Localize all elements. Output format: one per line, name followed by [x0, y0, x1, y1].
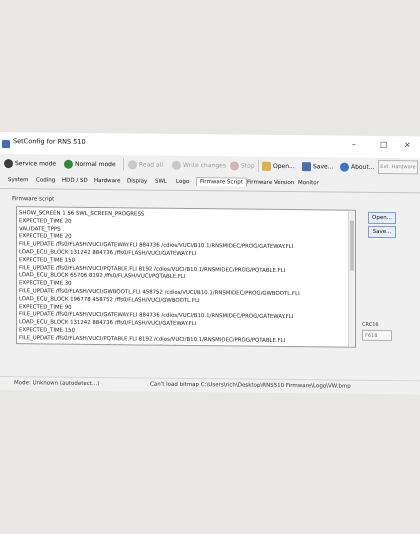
status-mode: Mode: Unknown (autodetect...): [14, 380, 100, 388]
toolbar-divider: [258, 159, 259, 172]
script-save-button[interactable]: Save...: [368, 225, 396, 239]
service-mode-icon: [4, 159, 13, 169]
normal-mode-button[interactable]: Normal mode: [64, 158, 116, 172]
status-message: Can't load bitmap C:\Users\rich\Desktop\…: [150, 381, 351, 390]
tab-swl[interactable]: SWL: [155, 179, 167, 185]
about-button[interactable]: About...: [340, 161, 374, 174]
ext-hardware-button[interactable]: Ext. Hardware: [378, 159, 418, 175]
floppy-icon: [302, 162, 311, 172]
crc-field: F618: [362, 329, 392, 342]
app-window: SetConfig for RNS 510 – □ × Service mode…: [0, 132, 420, 395]
app-icon: [2, 140, 10, 149]
folder-icon: [262, 161, 271, 171]
write-changes-label: Write changes: [183, 161, 226, 170]
tab-monitor[interactable]: Monitor: [298, 180, 319, 186]
tab-hardware[interactable]: Hardware: [94, 178, 121, 184]
stop-icon: [230, 161, 239, 171]
write-changes-button[interactable]: Write changes: [172, 159, 226, 173]
open-button[interactable]: Open...: [262, 160, 295, 173]
read-icon: [128, 160, 137, 170]
read-all-label: Read all: [139, 161, 163, 169]
stop-button[interactable]: Stop: [230, 159, 255, 172]
open-label: Open...: [273, 162, 295, 171]
stop-label: Stop: [241, 162, 255, 170]
service-mode-button[interactable]: Service mode: [4, 157, 56, 171]
script-lines: SHOW_SCREEN 1 56 SWL_SCREEN_PROGRESS EXPE…: [19, 210, 300, 348]
ext-hardware-label: Ext. Hardware: [380, 163, 416, 171]
about-label: About...: [351, 163, 375, 171]
tab-firmware-version[interactable]: Firmware Version: [247, 180, 294, 186]
save-label: Save...: [313, 163, 334, 171]
crc-label: CRC16: [362, 321, 379, 328]
vertical-scrollbar[interactable]: [348, 210, 355, 347]
tab-coding[interactable]: Coding: [36, 177, 55, 183]
script-open-button[interactable]: Open...: [368, 211, 396, 225]
info-icon: [340, 162, 349, 172]
save-button[interactable]: Save...: [302, 160, 333, 173]
maximize-icon[interactable]: □: [380, 140, 388, 149]
service-mode-label: Service mode: [15, 160, 57, 168]
read-all-button[interactable]: Read all: [128, 158, 163, 171]
window-title: SetConfig for RNS 510: [13, 137, 86, 146]
status-bar: Mode: Unknown (autodetect...) Can't load…: [0, 376, 420, 395]
crc-value: F618: [365, 332, 378, 339]
normal-mode-icon: [64, 159, 73, 169]
tab-system[interactable]: System: [8, 177, 29, 183]
firmware-script-panel: Firmware script SHOW_SCREEN 1 56 SWL_SCR…: [6, 190, 406, 380]
firmware-script-editor[interactable]: SHOW_SCREEN 1 56 SWL_SCREEN_PROGRESS EXPE…: [16, 206, 356, 348]
script-save-label: Save...: [372, 228, 392, 236]
normal-mode-label: Normal mode: [75, 160, 116, 169]
tab-hdd-sd[interactable]: HDD / SD: [62, 178, 88, 184]
script-open-label: Open...: [372, 214, 392, 222]
minimize-icon[interactable]: –: [352, 140, 356, 149]
scrollbar-thumb[interactable]: [350, 220, 354, 271]
tab-firmware-script[interactable]: Firmware Script: [196, 177, 247, 187]
tab-display[interactable]: Display: [127, 178, 147, 184]
firmware-script-label: Firmware script: [12, 196, 55, 203]
tab-logo[interactable]: Logo: [176, 179, 189, 185]
toolbar-divider: [123, 158, 124, 171]
close-icon[interactable]: ×: [404, 140, 411, 149]
write-icon: [172, 160, 181, 170]
